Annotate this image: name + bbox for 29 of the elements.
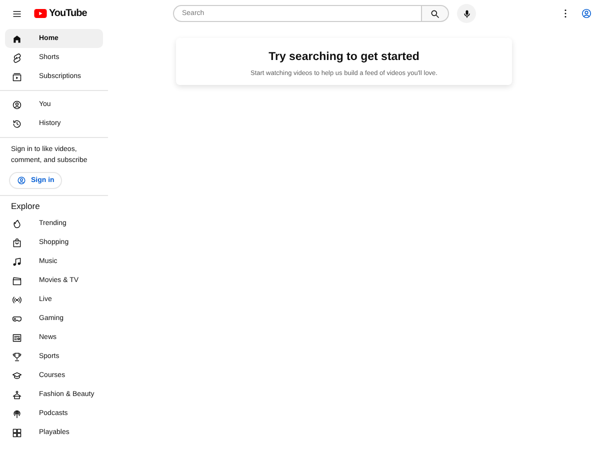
logo-text[interactable]: YouTube: [49, 8, 87, 19]
hanger-icon: [12, 390, 22, 400]
home-icon: [12, 34, 22, 44]
play-logo-icon: [34, 9, 47, 18]
podcast-icon: [12, 408, 22, 418]
shopping-bag-icon: [12, 238, 22, 248]
history-icon: [12, 118, 22, 128]
live-icon: [12, 294, 22, 304]
more-options-icon[interactable]: [564, 9, 567, 18]
microphone-icon: [462, 8, 472, 18]
game-controller-icon: [12, 314, 22, 324]
search-button[interactable]: [421, 5, 449, 22]
menu-icon[interactable]: [12, 8, 22, 18]
flame-icon: [12, 218, 22, 228]
music-note-icon: [12, 256, 22, 266]
account-icon[interactable]: [581, 8, 592, 19]
subscriptions-icon: [12, 72, 22, 82]
graduation-cap-icon: [12, 370, 22, 380]
shorts-icon: [12, 52, 22, 62]
newspaper-icon: [12, 332, 22, 342]
clapperboard-icon: [12, 276, 22, 286]
search-icon: [430, 8, 440, 18]
grid-icon: [12, 428, 22, 438]
microphone-button[interactable]: [457, 4, 476, 23]
section-heading: Explore: [10, 200, 41, 213]
trophy-icon: [12, 352, 22, 362]
user-icon: [12, 100, 22, 110]
prompt-title: Try searching to get started: [268, 51, 420, 63]
user-icon: [17, 176, 26, 185]
